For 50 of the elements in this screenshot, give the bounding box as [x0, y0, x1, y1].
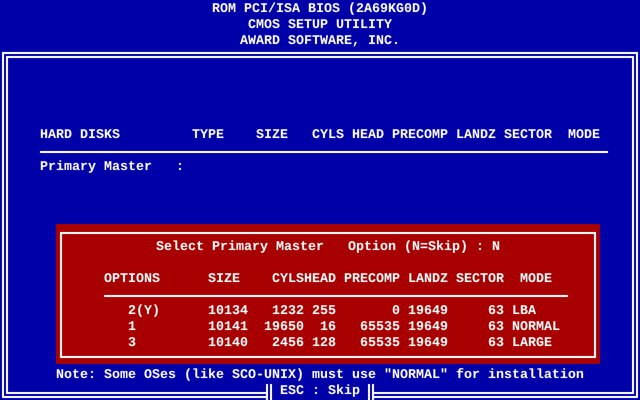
option-prompt[interactable]: Option (N=Skip) : N: [348, 240, 500, 256]
table-cell-text: 63: [487, 304, 504, 320]
table-cell-text: 2456: [271, 336, 304, 352]
drive-label: Primary Master: [40, 160, 152, 176]
table-cell-text: 19649: [407, 336, 449, 352]
column-header: MODE: [519, 272, 553, 288]
column-header: SIZE: [207, 272, 241, 288]
table-cell-text: 3: [127, 336, 137, 352]
column-header: OPTIONS: [104, 272, 161, 288]
note-text: Note: Some OSes (like SCO-UNIX) must use "NORMAL" for installation: [56, 368, 584, 383]
table-cell-text: 63: [487, 320, 504, 336]
dialog-title: Select Primary Master: [156, 240, 324, 256]
table-cell-text: 1: [127, 320, 137, 336]
table-cell-text: 10134: [207, 304, 249, 320]
column-header: CYLS: [271, 272, 304, 288]
column-header: LANDZ: [456, 128, 497, 144]
table-cell-text: 63: [487, 336, 504, 352]
bios-title: ROM PCI/ISA BIOS (2A69KG0D): [212, 2, 428, 18]
table-cell-text: 10141: [207, 320, 249, 336]
table-cell-text: 255: [311, 304, 336, 320]
table-cell-text: LBA: [511, 304, 537, 320]
table-cell-text: 65535: [359, 336, 400, 352]
table-cell-text: 0: [391, 304, 400, 320]
table-cell-text: 19649: [407, 304, 449, 320]
separator-text: :: [176, 160, 184, 176]
key-hint: ESC : Skip: [266, 384, 374, 400]
column-header: SECTOR: [504, 128, 553, 144]
table-cell-text: 1232: [271, 304, 304, 320]
column-header: SECTOR: [456, 272, 504, 288]
column-header: SIZE: [256, 128, 289, 144]
column-header: PRECOMP: [392, 128, 449, 144]
table-cell-text: LARGE: [511, 336, 553, 352]
table-cell-text: 19650: [263, 320, 304, 336]
bios-title: AWARD SOFTWARE, INC.: [240, 34, 400, 50]
table-cell-text: 19649: [407, 320, 449, 336]
column-header: HEAD: [352, 128, 385, 144]
table-cell-text: 128: [311, 336, 336, 352]
table-cell-text: 10140: [207, 336, 249, 352]
column-header: HEAD: [304, 272, 336, 288]
column-header: HARD DISKS: [40, 128, 121, 144]
column-header: LANDZ: [407, 272, 449, 288]
column-header: MODE: [568, 128, 601, 144]
bios-title: CMOS SETUP UTILITY: [248, 18, 392, 34]
column-header: CYLS: [312, 128, 345, 144]
column-header: PRECOMP: [343, 272, 400, 288]
column-header: TYPE: [192, 128, 225, 144]
table-cell-text: NORMAL: [511, 320, 560, 336]
table-cell-text: 16: [319, 320, 336, 336]
table-cell-text: 2(Y): [127, 304, 161, 320]
table-cell-text: 65535: [359, 320, 400, 336]
